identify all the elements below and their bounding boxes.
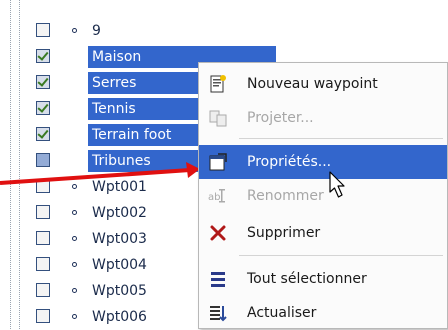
tree-item-checkbox[interactable] bbox=[36, 49, 50, 63]
tree-guide-line bbox=[10, 0, 11, 329]
tree-item-checkbox[interactable] bbox=[36, 127, 50, 141]
tree-item-label: Wpt005 bbox=[92, 283, 147, 299]
tree-item-label: Wpt001 bbox=[92, 179, 147, 195]
context-menu: Nouveau waypoint Projeter... Propriétés...… bbox=[198, 62, 448, 329]
properties-icon bbox=[208, 152, 228, 172]
select-all-icon bbox=[208, 269, 228, 289]
tree-item-checkbox[interactable] bbox=[36, 101, 50, 115]
menu-item-label: Nouveau waypoint bbox=[247, 76, 378, 92]
tree-item-checkbox[interactable] bbox=[36, 205, 50, 219]
menu-item-label: Supprimer bbox=[247, 225, 321, 241]
waypoint-dot-icon bbox=[72, 106, 77, 111]
waypoint-dot-icon bbox=[72, 28, 77, 33]
tree-item-checkbox[interactable] bbox=[36, 23, 50, 37]
tree-item-label: Wpt003 bbox=[92, 231, 147, 247]
tree-item-label: 9 bbox=[92, 23, 101, 39]
menu-item-tout-s-lectionner[interactable]: Tout sélectionner bbox=[199, 262, 447, 296]
waypoint-dot-icon bbox=[72, 132, 77, 137]
tree-item-checkbox[interactable] bbox=[36, 75, 50, 89]
menu-item-nouveau-waypoint[interactable]: Nouveau waypoint bbox=[199, 67, 447, 101]
waypoint-dot-icon bbox=[72, 80, 77, 85]
waypoint-dot-icon bbox=[72, 158, 77, 163]
menu-item-renommer: ab Renommer bbox=[199, 179, 447, 213]
tree-guide-line bbox=[19, 0, 20, 329]
waypoint-dot-icon bbox=[72, 210, 77, 215]
menu-item-label: Actualiser bbox=[247, 305, 317, 321]
rename-icon: ab bbox=[208, 186, 228, 206]
tree-item-checkbox[interactable] bbox=[36, 283, 50, 297]
tree-item-checkbox[interactable] bbox=[36, 257, 50, 271]
menu-item-projeter: Projeter... bbox=[199, 101, 447, 135]
delete-icon bbox=[208, 223, 228, 243]
menu-separator bbox=[239, 138, 443, 139]
menu-separator bbox=[239, 255, 443, 256]
tree-item-label: Wpt006 bbox=[92, 309, 147, 325]
waypoint-dot-icon bbox=[72, 314, 77, 319]
tree-item-checkbox[interactable] bbox=[36, 179, 50, 193]
waypoint-dot-icon bbox=[72, 236, 77, 241]
menu-item-actualiser[interactable]: Actualiser bbox=[199, 296, 447, 330]
menu-item-label: Renommer bbox=[247, 188, 324, 204]
refresh-icon bbox=[208, 303, 228, 323]
project-icon bbox=[208, 108, 228, 128]
menu-item-label: Projeter... bbox=[247, 110, 314, 126]
waypoint-dot-icon bbox=[72, 262, 77, 267]
tree-item-checkbox[interactable] bbox=[36, 231, 50, 245]
new-waypoint-icon bbox=[208, 74, 228, 94]
menu-item-label: Tout sélectionner bbox=[247, 271, 367, 287]
waypoint-dot-icon bbox=[72, 54, 77, 59]
svg-text:ab: ab bbox=[208, 192, 220, 203]
tree-item-checkbox[interactable] bbox=[36, 309, 50, 323]
menu-item-label: Propriétés... bbox=[247, 154, 332, 170]
tree-item-checkbox[interactable] bbox=[36, 153, 50, 167]
tree-item-label: Wpt002 bbox=[92, 205, 147, 221]
menu-item-supprimer[interactable]: Supprimer bbox=[199, 216, 447, 250]
menu-item-propri-t-s[interactable]: Propriétés... bbox=[199, 145, 447, 179]
waypoint-dot-icon bbox=[72, 288, 77, 293]
tree-item-label: Wpt004 bbox=[92, 257, 147, 273]
waypoint-dot-icon bbox=[72, 184, 77, 189]
